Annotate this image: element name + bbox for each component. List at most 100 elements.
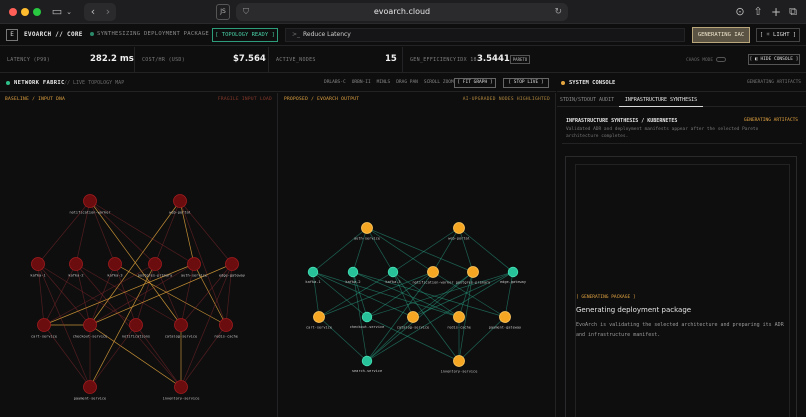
graph-node-label: kafka-2 — [345, 280, 360, 284]
metric-latency: LATENCY (P99) 282.2 ms — [0, 47, 135, 73]
graph-node[interactable] — [225, 257, 239, 271]
graph-node[interactable] — [307, 266, 319, 278]
tool-item[interactable]: DRLABS-C — [324, 80, 346, 85]
graph-node[interactable] — [83, 194, 97, 208]
back-icon[interactable]: ‹ — [86, 4, 100, 20]
sidebar-toggle-icon[interactable]: ▭ — [50, 4, 64, 20]
graph-node[interactable] — [174, 318, 188, 332]
graph-node[interactable] — [313, 311, 325, 323]
graph-node[interactable] — [83, 380, 97, 394]
graph-node[interactable] — [187, 257, 201, 271]
graph-node[interactable] — [37, 318, 51, 332]
graph-node-label: payment-service — [74, 397, 106, 401]
graph-node[interactable] — [387, 266, 399, 278]
address-bar[interactable]: ⛉ evoarch.cloud ↻ — [236, 3, 568, 21]
synthesis-desc: Validated ADR and deployment manifests a… — [566, 127, 759, 139]
brand-title: EVOARCH // CORE — [24, 31, 83, 38]
graph-node[interactable] — [174, 380, 188, 394]
graph-tools: DRLABS-C ORBN-II MINLS DRAG PAN SCROLL ZOOM — [324, 80, 460, 85]
graph-node-label: inventory-service — [441, 370, 478, 374]
chaos-label: CHAOS MODE — [686, 58, 714, 63]
graph-edge — [458, 271, 474, 318]
toggle-switch-icon[interactable] — [716, 57, 727, 62]
reload-icon[interactable]: ↻ — [554, 3, 562, 21]
graph-edge — [458, 227, 474, 273]
forward-icon[interactable]: › — [101, 4, 115, 20]
zoom-window-icon[interactable] — [33, 8, 41, 16]
metric-cost: COST/HR (USD) $7.564 — [135, 47, 269, 73]
console-dot-icon — [561, 81, 565, 85]
graph-node[interactable] — [361, 222, 373, 234]
graph-edge — [312, 271, 320, 318]
share-icon[interactable]: ⇧ — [752, 4, 764, 20]
graph-edge — [392, 227, 460, 273]
graph-node[interactable] — [129, 318, 143, 332]
generate-iac-button[interactable]: GENERATING IAC — [692, 27, 750, 43]
graph-node-label: redis-cache — [447, 326, 471, 330]
graph-node[interactable] — [453, 311, 465, 323]
graph-node[interactable] — [453, 222, 465, 234]
graph-node[interactable] — [148, 257, 162, 271]
minimize-window-icon[interactable] — [21, 8, 29, 16]
tool-item: SCROLL ZOOM — [423, 80, 454, 85]
synthesis-info: INFRASTRUCTURE SYNTHESIS / KUBERNETES GE… — [562, 114, 802, 144]
graph-node[interactable] — [83, 318, 97, 332]
graph-node-label: web-portal — [448, 237, 470, 241]
status-text: SYNTHESIZING DEPLOYMENT PACKAGE — [97, 31, 209, 37]
tool-item[interactable]: ORBN-II — [352, 80, 371, 85]
graph-node[interactable] — [347, 266, 359, 278]
console-title: SYSTEM CONSOLE — [569, 80, 616, 86]
graph-node[interactable] — [499, 311, 511, 323]
objective-input[interactable]: >_ Reduce Latency — [285, 28, 685, 42]
graph-node-label: checkout-service — [350, 325, 385, 329]
graph-node[interactable] — [467, 266, 479, 278]
tool-item[interactable]: MINLS — [377, 80, 391, 85]
shield-icon: ⛉ — [243, 7, 249, 16]
artifact-inner-frame — [575, 164, 790, 417]
theme-toggle-button[interactable]: [ ☼ LIGHT ] — [756, 28, 800, 42]
artifact-frame — [565, 156, 797, 417]
graph-edge — [318, 271, 394, 318]
proposed-pane[interactable]: PROPOSED / EVOARCH OUTPUT AI-UPGRADED NO… — [279, 93, 556, 417]
graph-node[interactable] — [427, 266, 439, 278]
tab-audit[interactable]: STDIN/STDOUT AUDIT — [557, 93, 617, 107]
extension-icon[interactable]: JS — [216, 4, 230, 20]
baseline-pane[interactable]: BASELINE / INPUT DNA FRAGILE INPUT LOAD … — [0, 93, 278, 417]
graph-node[interactable] — [407, 311, 419, 323]
graph-node[interactable] — [31, 257, 45, 271]
graph-edge — [366, 271, 514, 318]
graph-node-label: notification-worker — [69, 211, 111, 215]
graph-node-label: edge-gateway — [500, 280, 527, 284]
metric-nodes: ACTIVE_NODES 15 — [269, 47, 403, 73]
graph-node-label: kafka-3 — [385, 280, 400, 284]
tab-synthesis[interactable]: INFRASTRUCTURE SYNTHESIS — [619, 93, 703, 107]
graph-node[interactable] — [361, 355, 373, 367]
live-dot-icon — [6, 81, 10, 85]
graph-node-label: postgres-primary — [456, 281, 491, 285]
stop-live-button[interactable]: [ STOP LIVE ] — [503, 78, 549, 88]
metric-label: LATENCY (P99) — [7, 57, 51, 63]
graph-node[interactable] — [173, 194, 187, 208]
baseline-graph[interactable]: notification-worker web-portal kafka-1 kafk… — [0, 93, 278, 417]
graph-edge — [89, 263, 156, 388]
chevron-down-icon[interactable]: ⌄ — [64, 4, 74, 20]
system-console-header: SYSTEM CONSOLE GENERATING ARTIFACTS — [557, 74, 806, 92]
fit-graph-button[interactable]: [ FIT GRAPH ] — [454, 78, 496, 88]
graph-node-label: kafka-3 — [107, 274, 122, 278]
tab-overview-icon[interactable]: ⧉ — [787, 4, 799, 20]
close-window-icon[interactable] — [9, 8, 17, 16]
graph-node[interactable] — [69, 257, 83, 271]
pareto-badge[interactable]: PARETO — [510, 55, 530, 64]
graph-node[interactable] — [507, 266, 519, 278]
graph-node[interactable] — [108, 257, 122, 271]
hide-console-button[interactable]: [ ◧ HIDE CONSOLE ] — [748, 54, 800, 65]
graph-node[interactable] — [361, 311, 373, 323]
chaos-mode-toggle[interactable]: CHAOS MODE — [686, 57, 727, 63]
download-icon[interactable]: ⊙ — [734, 4, 746, 20]
new-tab-icon[interactable]: + — [770, 4, 782, 20]
graph-edge — [179, 200, 227, 326]
proposed-graph[interactable]: auth-service web-portal kafka-1 kafka-2 kafk… — [279, 93, 556, 417]
graph-node[interactable] — [219, 318, 233, 332]
graph-node[interactable] — [453, 355, 465, 367]
tool-item: DRAG PAN — [396, 80, 418, 85]
